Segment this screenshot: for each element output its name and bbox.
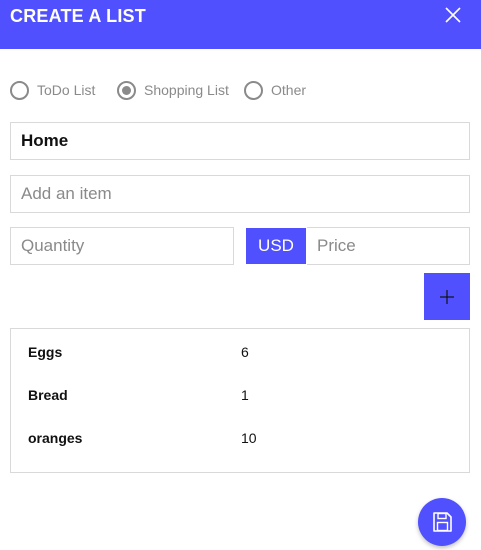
item-quantity: 1 (241, 387, 249, 403)
price-field (307, 227, 470, 265)
quantity-input[interactable] (21, 228, 223, 264)
dialog-header: CREATE A LIST (0, 0, 481, 49)
currency-button[interactable]: USD (246, 228, 306, 264)
save-button[interactable] (418, 498, 466, 546)
close-button[interactable] (440, 3, 466, 29)
item-name: Bread (28, 387, 68, 403)
add-item-field (10, 175, 470, 213)
list-item[interactable]: Bread 1 (11, 385, 469, 409)
item-quantity: 6 (241, 344, 249, 360)
list-item[interactable]: Eggs 6 (11, 342, 469, 366)
radio-other[interactable]: Other (244, 78, 306, 102)
dialog-title: CREATE A LIST (10, 6, 146, 26)
list-item[interactable]: oranges 10 (11, 428, 469, 452)
radio-label-shopping: Shopping List (144, 82, 229, 98)
item-quantity: 10 (241, 430, 257, 446)
quantity-field (10, 227, 234, 265)
price-input[interactable] (317, 228, 459, 264)
radio-label-other: Other (271, 82, 307, 98)
plus-icon (440, 290, 454, 304)
radio-circle-todo (10, 80, 29, 100)
list-name-field (10, 122, 470, 160)
add-item-input[interactable] (21, 176, 459, 212)
item-name: oranges (28, 430, 83, 446)
close-icon (445, 7, 461, 23)
radio-todo-list[interactable]: ToDo List (10, 78, 95, 102)
radio-label-todo: ToDo List (37, 82, 96, 98)
items-list: Eggs 6 Bread 1 oranges 10 (10, 328, 470, 473)
item-name: Eggs (28, 344, 63, 360)
save-icon (433, 512, 452, 532)
list-name-input[interactable] (21, 123, 459, 159)
radio-circle-other (244, 80, 263, 100)
radio-circle-shopping (117, 80, 136, 100)
add-item-button[interactable] (424, 273, 470, 320)
list-type-radio-group: ToDo List Shopping List Other (10, 78, 470, 102)
radio-shopping-list[interactable]: Shopping List (117, 78, 229, 102)
